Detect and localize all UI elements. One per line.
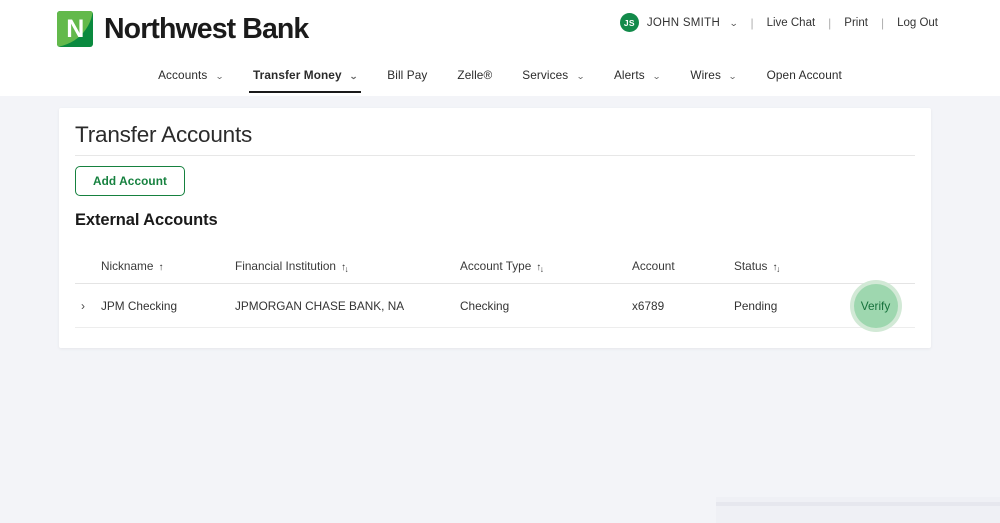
cell-account-number: x6789 xyxy=(632,299,734,313)
header-utility-bar: JS JOHN SMITH ⌄ | Live Chat | Print | Lo… xyxy=(620,13,938,32)
nav-item-wires-label: Wires xyxy=(690,68,721,82)
column-header-financial-institution-label: Financial Institution xyxy=(235,259,336,273)
user-menu[interactable]: JOHN SMITH ⌄ xyxy=(647,17,738,29)
status-badge: Pending xyxy=(734,299,836,313)
chevron-down-icon: ⌄ xyxy=(729,18,739,29)
chevron-right-icon[interactable]: › xyxy=(81,300,85,312)
nav-item-transfer-money-label: Transfer Money xyxy=(253,68,342,82)
nav-item-transfer-money[interactable]: Transfer Money ⌄ xyxy=(238,62,372,93)
sort-down-glyph: ↓ xyxy=(540,264,544,274)
cell-financial-institution: JPMORGAN CHASE BANK, NA xyxy=(235,299,460,313)
column-header-account-type-label: Account Type xyxy=(460,259,531,273)
header-separator-3: | xyxy=(881,16,884,30)
log-out-link[interactable]: Log Out xyxy=(897,17,938,29)
cell-nickname-label: JPM Checking xyxy=(101,299,177,313)
title-divider xyxy=(75,155,915,156)
nav-item-open-account-label: Open Account xyxy=(767,68,842,82)
logo-letter: N xyxy=(57,11,93,47)
add-account-button[interactable]: Add Account xyxy=(75,166,185,196)
external-accounts-heading: External Accounts xyxy=(75,211,218,230)
brand-logo[interactable]: N Northwest Bank xyxy=(57,11,308,47)
header-separator-1: | xyxy=(750,16,753,30)
verify-link[interactable]: Verify xyxy=(861,299,891,313)
chevron-down-icon: ⌄ xyxy=(652,71,661,82)
sort-toggle-icon: ↑↓ xyxy=(341,263,350,273)
column-header-account: Account xyxy=(632,259,734,273)
avatar: JS xyxy=(620,13,639,32)
nav-item-accounts-label: Accounts xyxy=(158,68,207,82)
nav-item-open-account[interactable]: Open Account xyxy=(752,62,857,93)
main-navigation: Accounts ⌄ Transfer Money ⌄ Bill Pay Zel… xyxy=(0,62,1000,96)
nav-item-alerts-label: Alerts xyxy=(614,68,645,82)
nav-item-services[interactable]: Services ⌄ xyxy=(507,62,599,93)
nav-item-alerts[interactable]: Alerts ⌄ xyxy=(599,62,675,93)
live-chat-link[interactable]: Live Chat xyxy=(767,17,816,29)
brand-name: Northwest Bank xyxy=(104,13,308,46)
table-header-row: Nickname ↑ Financial Institution ↑↓ Accoun… xyxy=(75,248,915,284)
column-header-nickname[interactable]: Nickname ↑ xyxy=(75,259,235,273)
external-accounts-table: Nickname ↑ Financial Institution ↑↓ Accoun… xyxy=(75,248,915,328)
chevron-down-icon: ⌄ xyxy=(215,71,224,82)
column-header-status-label: Status xyxy=(734,259,767,273)
sort-down-glyph: ↓ xyxy=(776,264,780,274)
nav-item-bill-pay[interactable]: Bill Pay xyxy=(372,62,442,93)
verify-click-highlight: Verify xyxy=(849,279,903,333)
nav-item-accounts[interactable]: Accounts ⌄ xyxy=(143,62,238,93)
sort-toggle-icon: ↑↓ xyxy=(536,263,545,273)
chevron-down-icon: ⌄ xyxy=(576,71,585,82)
column-header-nickname-label: Nickname xyxy=(101,259,153,273)
northwest-bank-logo-icon: N xyxy=(57,11,93,47)
nav-item-zelle[interactable]: Zelle® xyxy=(442,62,507,93)
sort-ascending-icon: ↑ xyxy=(158,263,163,273)
nav-item-wires[interactable]: Wires ⌄ xyxy=(675,62,751,93)
nav-item-bill-pay-label: Bill Pay xyxy=(387,68,427,82)
column-header-status[interactable]: Status ↑↓ xyxy=(734,259,836,273)
transfer-accounts-card: Transfer Accounts Add Account External A… xyxy=(59,108,931,348)
cell-account-type: Checking xyxy=(460,299,632,313)
table-row: › JPM Checking JPMORGAN CHASE BANK, NA C… xyxy=(75,284,915,328)
sort-down-glyph: ↓ xyxy=(344,264,348,274)
print-link[interactable]: Print xyxy=(844,17,868,29)
cell-nickname: › JPM Checking xyxy=(75,299,235,313)
column-header-account-type[interactable]: Account Type ↑↓ xyxy=(460,259,632,273)
column-header-account-label: Account xyxy=(632,259,675,273)
nav-item-services-label: Services xyxy=(522,68,568,82)
footer-edge xyxy=(716,497,1000,523)
chevron-down-icon: ⌄ xyxy=(728,71,737,82)
site-header: N Northwest Bank JS JOHN SMITH ⌄ | Live … xyxy=(0,0,1000,96)
page-title: Transfer Accounts xyxy=(75,122,252,148)
cell-action: Verify xyxy=(836,279,915,333)
chevron-down-icon: ⌄ xyxy=(349,71,358,82)
sort-toggle-icon: ↑↓ xyxy=(772,263,781,273)
header-separator-2: | xyxy=(828,16,831,30)
nav-item-zelle-label: Zelle® xyxy=(457,68,492,82)
column-header-financial-institution[interactable]: Financial Institution ↑↓ xyxy=(235,259,460,273)
user-menu-label: JOHN SMITH xyxy=(647,17,720,29)
